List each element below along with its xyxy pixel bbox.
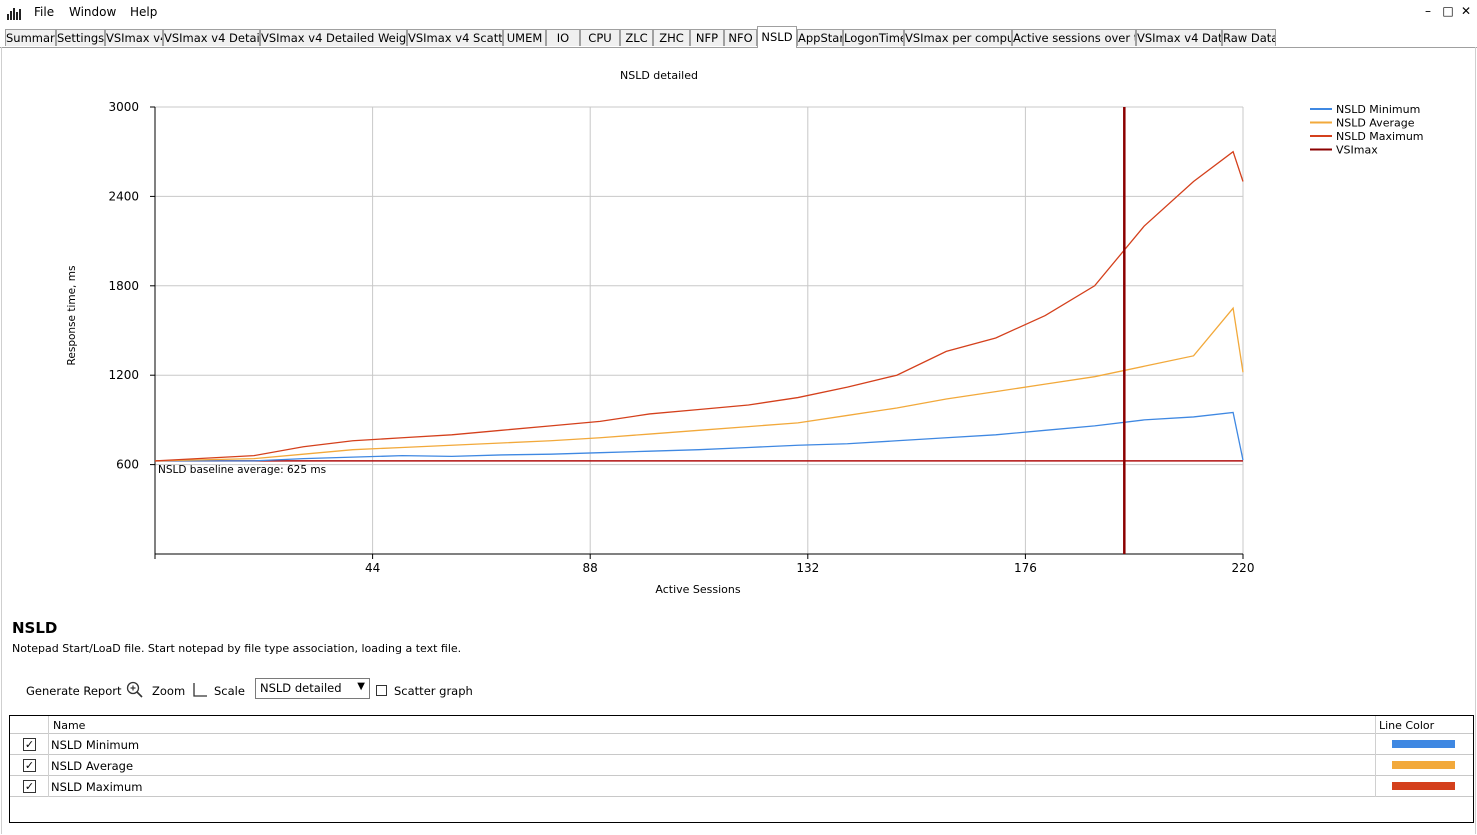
grid-column-divider — [1375, 716, 1376, 734]
menu-window[interactable]: Window — [69, 5, 116, 19]
grid-header-row: Name Line Color — [10, 716, 1473, 734]
chart-legend: NSLD MinimumNSLD AverageNSLD MaximumVSIm… — [1310, 103, 1424, 157]
y-tick-label: 600 — [116, 458, 139, 472]
tab-vsimax-v4-detailed[interactable]: VSImax v4 Detailed — [163, 29, 260, 46]
menu-bar: File Window Help – □ ✕ — [0, 0, 1477, 26]
x-tick-label: 176 — [1014, 561, 1037, 575]
scatter-graph-checkbox[interactable] — [376, 685, 387, 696]
tab-appstart[interactable]: AppStart — [797, 29, 843, 46]
y-axis-label: Response time, ms — [66, 266, 78, 366]
tab-nsld[interactable]: NSLD — [757, 26, 797, 48]
grid-col-name: Name — [53, 719, 86, 732]
grid-col-line-color: Line Color — [1379, 719, 1435, 732]
grid-column-divider — [48, 716, 49, 734]
grid-row[interactable]: ✓ NSLD Minimum — [10, 734, 1473, 755]
scale-icon[interactable] — [192, 682, 208, 698]
line-color-swatch[interactable] — [1392, 782, 1455, 790]
series-name: NSLD Maximum — [51, 780, 143, 794]
tab-logontimer[interactable]: LogonTimer — [843, 29, 904, 46]
series-grid: Name Line Color ✓ NSLD Minimum ✓ NSLD Avera… — [9, 715, 1474, 823]
section-description: Notepad Start/LoaD file. Start notepad b… — [12, 642, 462, 655]
grid-column-divider — [1375, 755, 1376, 776]
menu-file[interactable]: File — [34, 5, 54, 19]
scale-button[interactable]: Scale — [214, 684, 245, 698]
series-line-nsld-average — [154, 306, 1244, 462]
generate-report-button[interactable]: Generate Report — [26, 684, 122, 698]
chart-type-select[interactable]: NSLD detailed ▼ — [255, 678, 370, 699]
grid-column-divider — [48, 734, 49, 755]
tab-vsimax-v4-detailed-weighted[interactable]: VSImax v4 Detailed Weighted — [260, 29, 407, 46]
tab-nfp[interactable]: NFP — [690, 29, 724, 46]
legend-entry: NSLD Minimum — [1336, 103, 1420, 116]
x-tick-label: 44 — [365, 561, 380, 575]
tab-zlc[interactable]: ZLC — [620, 29, 653, 46]
tab-vsimax-v4-data[interactable]: VSImax v4 Data — [1136, 29, 1222, 46]
grid-column-divider — [1375, 734, 1376, 755]
chart-type-select-value: NSLD detailed — [260, 681, 342, 695]
x-tick-label: 132 — [796, 561, 819, 575]
legend-entry: VSImax — [1336, 144, 1378, 157]
chart-series — [154, 107, 1244, 554]
app-logo-icon — [7, 8, 21, 20]
tab-summary[interactable]: Summary — [5, 29, 56, 46]
legend-entry: NSLD Average — [1336, 117, 1415, 130]
chart-axes — [150, 106, 1244, 559]
zoom-icon[interactable] — [126, 681, 144, 699]
grid-row[interactable]: ✓ NSLD Average — [10, 755, 1473, 776]
grid-column-divider — [48, 776, 49, 797]
line-color-swatch[interactable] — [1392, 740, 1455, 748]
section-title: NSLD — [12, 619, 58, 637]
series-line-nsld-minimum — [155, 411, 1244, 462]
tab-vsimax-per-computer[interactable]: VSImax per computer — [904, 29, 1012, 46]
series-name: NSLD Minimum — [51, 738, 140, 752]
minimize-button[interactable]: – — [1420, 4, 1436, 18]
tab-zhc[interactable]: ZHC — [653, 29, 690, 46]
tab-vsimax-v4-scatter[interactable]: VSImax v4 Scatter — [407, 29, 503, 46]
y-tick-label: 1800 — [108, 279, 139, 293]
line-color-swatch[interactable] — [1392, 761, 1455, 769]
series-visible-checkbox[interactable]: ✓ — [23, 759, 36, 772]
chart-gridlines — [155, 106, 1244, 554]
nsld-chart: 44 88 132 176 220 600 1200 1800 2400 3000 NSLD det… — [66, 69, 1424, 596]
tab-vsimax-v4[interactable]: VSImax v4 — [105, 29, 163, 46]
tab-umem[interactable]: UMEM — [503, 29, 546, 46]
chart-labels: 44 88 132 176 220 600 1200 1800 2400 3000 NSLD det… — [66, 69, 1254, 596]
series-visible-checkbox[interactable]: ✓ — [23, 738, 36, 751]
x-axis-label: Active Sessions — [655, 583, 740, 596]
tab-nfo[interactable]: NFO — [724, 29, 757, 46]
tab-io[interactable]: IO — [546, 29, 580, 46]
scatter-graph-label: Scatter graph — [394, 684, 473, 698]
x-tick-label: 88 — [583, 561, 598, 575]
tab-settings[interactable]: Settings — [56, 29, 105, 46]
y-tick-label: 1200 — [108, 368, 139, 382]
series-visible-checkbox[interactable]: ✓ — [23, 780, 36, 793]
tab-cpu[interactable]: CPU — [580, 29, 620, 46]
baseline-label: NSLD baseline average: 625 ms — [158, 464, 326, 476]
tab-active-sessions-over-time[interactable]: Active sessions over time — [1012, 29, 1136, 46]
grid-row[interactable]: ✓ NSLD Maximum — [10, 776, 1473, 797]
menu-help[interactable]: Help — [130, 5, 157, 19]
grid-column-divider — [1375, 776, 1376, 797]
series-line-nsld-maximum — [154, 150, 1244, 462]
zoom-button[interactable]: Zoom — [152, 684, 185, 698]
grid-column-divider — [48, 755, 49, 776]
close-button[interactable]: ✕ — [1458, 4, 1474, 18]
y-tick-label: 3000 — [108, 100, 139, 114]
maximize-button[interactable]: □ — [1440, 4, 1456, 18]
series-name: NSLD Average — [51, 759, 134, 773]
tab-strip: SummarySettingsVSImax v4VSImax v4 Detail… — [0, 26, 1477, 48]
legend-entry: NSLD Maximum — [1336, 130, 1424, 143]
x-tick-label: 220 — [1232, 561, 1255, 575]
y-tick-label: 2400 — [108, 189, 139, 203]
tab-raw-data[interactable]: Raw Data — [1222, 29, 1276, 46]
chevron-down-icon: ▼ — [357, 681, 365, 692]
chart-title: NSLD detailed — [620, 69, 698, 82]
